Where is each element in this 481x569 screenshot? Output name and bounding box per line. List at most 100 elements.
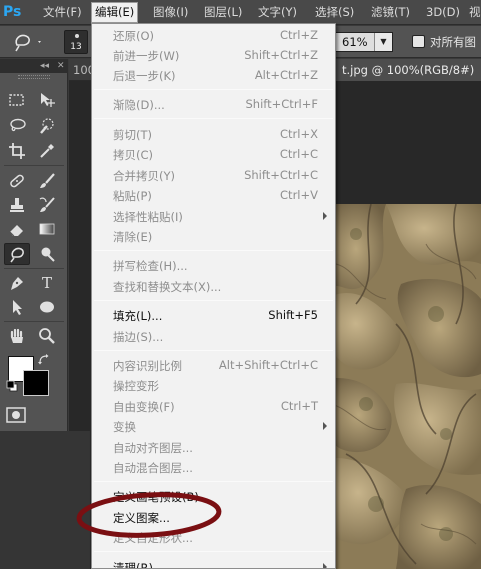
- document-tab-title: t.jpg @ 100%(RGB/8#): [342, 63, 475, 77]
- blur-tool-selected[interactable]: [4, 243, 30, 265]
- rock-texture-image: [326, 204, 481, 569]
- brush-size-picker[interactable]: 13: [64, 30, 88, 54]
- eraser-tool[interactable]: [4, 218, 30, 240]
- menu-item-fade[interactable]: 渐隐(D)... Shift+Ctrl+F: [92, 94, 335, 114]
- marquee-icon: [9, 94, 24, 106]
- menu-item-puppet-warp[interactable]: 操控变形: [92, 375, 335, 395]
- sample-all-layers-label: 对所有图: [430, 35, 476, 49]
- path-selection-tool[interactable]: [4, 296, 30, 318]
- tool-preset-picker[interactable]: [10, 31, 44, 53]
- crop-icon: [9, 143, 25, 159]
- tools-divider: [4, 321, 64, 322]
- tools-divider: [4, 268, 64, 269]
- menu-separator: [94, 300, 333, 301]
- menu-image[interactable]: 图像(I): [150, 4, 191, 21]
- spot-healing-tool[interactable]: [4, 170, 30, 192]
- lasso-icon: [10, 118, 26, 132]
- submenu-arrow-icon: [323, 422, 327, 430]
- zoom-value: 61%: [342, 35, 368, 49]
- menu-item-transform[interactable]: 变换: [92, 416, 335, 436]
- type-tool[interactable]: T: [34, 272, 60, 294]
- default-colors-icon[interactable]: [6, 380, 18, 392]
- menu-item-stroke[interactable]: 描边(S)...: [92, 326, 335, 346]
- quick-mask-icon[interactable]: [6, 407, 26, 423]
- background-color-swatch[interactable]: [23, 370, 49, 396]
- menu-3d[interactable]: 3D(D): [423, 4, 463, 21]
- pen-tool[interactable]: [4, 272, 30, 294]
- menu-item-step-forward[interactable]: 前进一步(W) Shift+Ctrl+Z: [92, 45, 335, 65]
- stamp-icon: [10, 198, 24, 212]
- brush-tip-icon: [75, 34, 79, 38]
- lasso-tool[interactable]: [4, 115, 30, 137]
- tools-panel-header: ◂◂ ✕: [0, 59, 68, 73]
- submenu-arrow-icon: [323, 563, 327, 568]
- menu-separator: [94, 118, 333, 119]
- swap-colors-icon[interactable]: [38, 354, 50, 366]
- move-tool[interactable]: [34, 89, 60, 111]
- bandage-icon: [10, 174, 24, 188]
- menu-item-clear[interactable]: 清除(E): [92, 226, 335, 246]
- menu-item-fill[interactable]: 填充(L)... Shift+F5: [92, 305, 335, 325]
- gradient-tool[interactable]: [34, 218, 60, 240]
- clone-stamp-tool[interactable]: [4, 194, 30, 216]
- edit-menu-dropdown: 还原(O) Ctrl+Z 前进一步(W) Shift+Ctrl+Z 后退一步(K) A…: [91, 23, 336, 569]
- menu-item-free-transform[interactable]: 自由变换(F) Ctrl+T: [92, 396, 335, 416]
- gradient-icon: [39, 223, 55, 235]
- ellipse-icon: [40, 301, 54, 313]
- marquee-tool[interactable]: [4, 89, 30, 111]
- hand-tool[interactable]: [4, 325, 30, 347]
- history-brush-tool[interactable]: [34, 194, 60, 216]
- menu-type[interactable]: 文字(Y): [255, 4, 300, 21]
- menu-item-undo[interactable]: 还原(O) Ctrl+Z: [92, 25, 335, 45]
- quick-selection-icon: [40, 118, 54, 134]
- zoom-tool[interactable]: [34, 325, 60, 347]
- menu-item-copy[interactable]: 拷贝(C) Ctrl+C: [92, 144, 335, 164]
- eyedropper-tool[interactable]: [34, 140, 60, 162]
- panel-grip[interactable]: [18, 75, 50, 79]
- menu-item-paste[interactable]: 粘贴(P) Ctrl+V: [92, 185, 335, 205]
- menu-edit[interactable]: 编辑(E): [91, 2, 139, 23]
- pen-icon: [11, 277, 23, 290]
- menu-item-copy-merged[interactable]: 合并拷贝(Y) Shift+Ctrl+C: [92, 165, 335, 185]
- magnifier-icon: [39, 328, 55, 344]
- eraser-icon: [9, 225, 23, 237]
- menu-item-auto-blend-layers[interactable]: 自动混合图层...: [92, 457, 335, 477]
- menu-select[interactable]: 选择(S): [312, 4, 357, 21]
- quick-selection-tool[interactable]: [34, 115, 60, 137]
- dodge-icon: [41, 247, 55, 262]
- ellipse-tool[interactable]: [34, 296, 60, 318]
- menu-separator: [94, 89, 333, 90]
- annotation-ellipse: [76, 492, 222, 538]
- menu-item-auto-align-layers[interactable]: 自动对齐图层...: [92, 437, 335, 457]
- menu-file[interactable]: 文件(F): [40, 4, 85, 21]
- menu-separator: [94, 350, 333, 351]
- brush-tool[interactable]: [34, 170, 60, 192]
- tools-panel: T: [0, 73, 68, 431]
- zoom-dropdown[interactable]: 61% ▼: [335, 32, 393, 52]
- menu-layer[interactable]: 图层(L): [201, 4, 245, 21]
- menu-item-purge[interactable]: 清理(R): [92, 557, 335, 568]
- brush-icon: [40, 173, 55, 188]
- menu-item-content-aware-scale[interactable]: 内容识别比例 Alt+Shift+Ctrl+C: [92, 355, 335, 375]
- chevron-down-icon[interactable]: ▼: [374, 33, 392, 51]
- menu-item-check-spelling[interactable]: 拼写检查(H)...: [92, 255, 335, 275]
- menu-separator: [94, 551, 333, 552]
- brush-size-value: 13: [70, 42, 82, 52]
- menu-item-step-backward[interactable]: 后退一步(K) Alt+Ctrl+Z: [92, 65, 335, 85]
- photoshop-logo: Ps: [3, 4, 22, 20]
- sample-all-layers-checkbox[interactable]: [412, 35, 425, 48]
- move-icon: [41, 93, 55, 107]
- menu-item-paste-special[interactable]: 选择性粘贴(I): [92, 206, 335, 226]
- dodge-tool[interactable]: [34, 243, 60, 265]
- menu-item-find-replace[interactable]: 查找和替换文本(X)...: [92, 276, 335, 296]
- eyedropper-icon: [40, 144, 54, 158]
- menu-view[interactable]: 视: [466, 4, 481, 21]
- menu-filter[interactable]: 滤镜(T): [368, 4, 413, 21]
- collapse-icon[interactable]: ◂◂: [40, 59, 49, 73]
- menu-item-cut[interactable]: 剪切(T) Ctrl+X: [92, 124, 335, 144]
- hand-icon: [10, 328, 23, 343]
- arrow-cursor-icon: [13, 300, 22, 315]
- image-canvas[interactable]: [326, 204, 481, 569]
- close-icon[interactable]: ✕: [57, 59, 65, 73]
- crop-tool[interactable]: [4, 140, 30, 162]
